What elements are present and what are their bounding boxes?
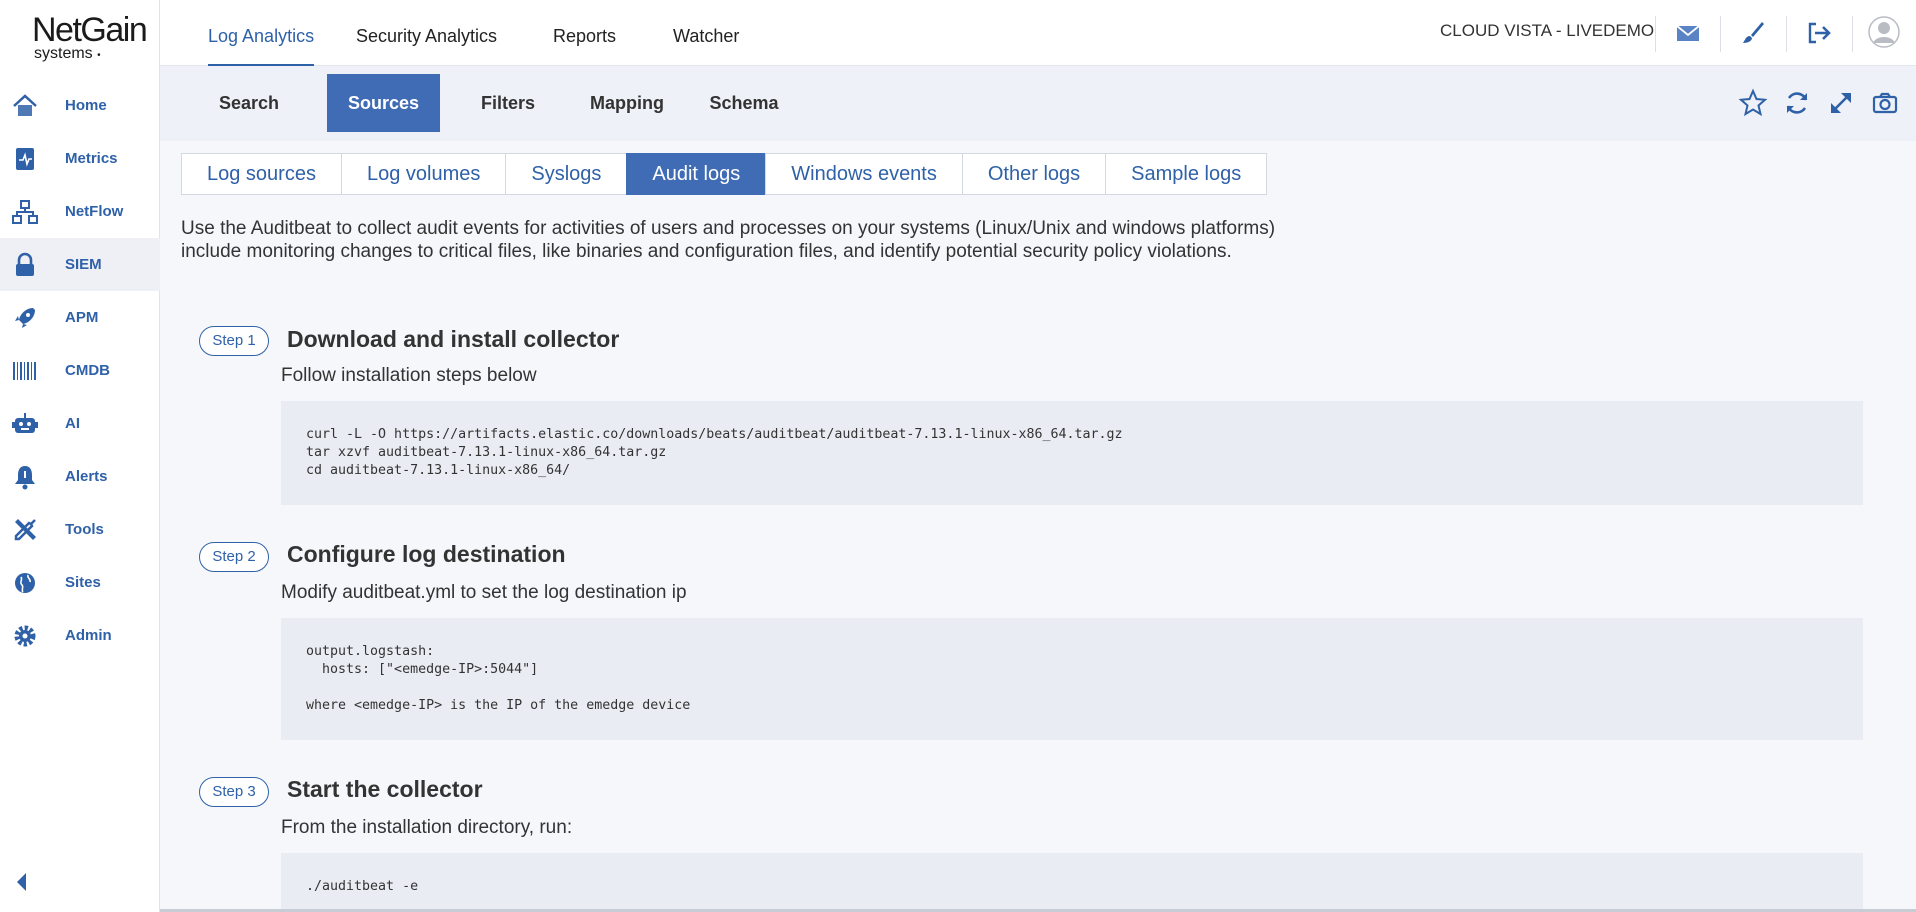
sidebar-item-tools[interactable]: Tools: [0, 503, 160, 556]
step-description: Follow installation steps below: [281, 365, 537, 386]
log-source-tabs: Log sources Log volumes Syslogs Audit lo…: [181, 153, 1268, 195]
step-description: Modify auditbeat.yml to set the log dest…: [281, 582, 687, 603]
step-badge: Step 1: [199, 326, 269, 356]
sidebar-item-sites[interactable]: Sites: [0, 556, 160, 609]
netgain-logo[interactable]: NetGain systems •: [32, 11, 148, 66]
sidebar-item-label: AI: [65, 415, 80, 432]
sites-icon: [15, 573, 35, 593]
sidebar-item-siem[interactable]: SIEM: [0, 238, 160, 291]
sidebar-item-apm[interactable]: APM: [0, 291, 160, 344]
tab-sources[interactable]: Sources: [327, 74, 440, 132]
sidebar-item-label: SIEM: [65, 256, 102, 273]
sidebar-item-label: Metrics: [65, 150, 118, 167]
metrics-icon: [16, 148, 34, 170]
sidebar-item-label: Home: [65, 97, 107, 114]
divider: [1655, 16, 1656, 52]
tab-watcher[interactable]: Watcher: [673, 0, 739, 66]
sub-navbar: Search Sources Filters Mapping Schema: [160, 66, 1916, 141]
step-title: Configure log destination: [287, 541, 566, 567]
tab-search[interactable]: Search: [209, 74, 289, 132]
divider: [1786, 16, 1787, 52]
tab-reports[interactable]: Reports: [553, 0, 616, 66]
sidebar-item-home[interactable]: Home: [0, 79, 160, 132]
step-title: Download and install collector: [287, 326, 620, 352]
refresh-icon[interactable]: [1782, 88, 1812, 118]
step-title: Start the collector: [287, 776, 483, 802]
intro-line-1: Use the Auditbeat to collect audit event…: [181, 218, 1276, 239]
logo-wordmark: NetGain: [32, 11, 148, 49]
sidebar-item-alerts[interactable]: Alerts: [0, 450, 160, 503]
tab-schema[interactable]: Schema: [704, 74, 784, 132]
user-avatar-icon[interactable]: [1868, 16, 1900, 48]
code-block[interactable]: ./auditbeat -e: [281, 853, 1863, 912]
star-icon[interactable]: [1738, 88, 1768, 118]
divider: [1852, 16, 1853, 52]
tab-log-analytics[interactable]: Log Analytics: [208, 0, 315, 66]
sidebar-item-ai[interactable]: AI: [0, 397, 160, 450]
camera-icon[interactable]: [1870, 88, 1900, 118]
step-badge: Step 2: [199, 542, 269, 572]
step-description: From the installation directory, run:: [281, 817, 573, 838]
sidebar-item-label: APM: [65, 309, 99, 326]
tab-windows-events[interactable]: Windows events: [765, 153, 962, 195]
sidebar-nav: Home Metrics NetFlow SIEM APM CMDB AI Al…: [0, 79, 160, 662]
intro-line-2: include monitoring changes to critical f…: [181, 241, 1232, 262]
tab-syslogs[interactable]: Syslogs: [505, 153, 627, 195]
gear-icon: [14, 625, 36, 647]
tab-mapping[interactable]: Mapping: [584, 74, 670, 132]
sidebar-item-admin[interactable]: Admin: [0, 609, 160, 662]
tab-log-volumes[interactable]: Log volumes: [340, 153, 506, 195]
sidebar: NetGain systems • Home Metrics NetFlow S…: [0, 0, 160, 912]
tab-other-logs[interactable]: Other logs: [961, 153, 1106, 195]
sidebar-item-label: Tools: [65, 521, 104, 538]
top-navbar: Log Analytics Security Analytics Reports…: [160, 0, 1916, 66]
sidebar-item-cmdb[interactable]: CMDB: [0, 344, 160, 397]
robot-icon: [12, 413, 38, 433]
bell-icon: [15, 466, 35, 490]
sidebar-item-label: Sites: [65, 574, 101, 591]
netflow-icon: [12, 200, 38, 224]
home-icon: [13, 94, 37, 116]
sidebar-item-label: CMDB: [65, 362, 110, 379]
expand-icon[interactable]: [1826, 88, 1856, 118]
tab-filters[interactable]: Filters: [468, 74, 548, 132]
tenant-name[interactable]: CLOUD VISTA - LIVEDEMO: [1440, 21, 1654, 41]
tab-security-analytics[interactable]: Security Analytics: [356, 0, 497, 66]
tab-audit-logs[interactable]: Audit logs: [626, 153, 766, 195]
lock-icon: [16, 252, 34, 276]
barcode-icon: [13, 362, 36, 380]
code-block[interactable]: curl -L -O https://artifacts.elastic.co/…: [281, 401, 1863, 505]
tab-log-sources[interactable]: Log sources: [181, 153, 341, 195]
step-badge: Step 3: [199, 777, 269, 807]
chevron-left-icon[interactable]: [12, 870, 32, 894]
main-content: Log sources Log volumes Syslogs Audit lo…: [160, 141, 1916, 912]
rocket-icon: [15, 308, 35, 328]
intro-text: Use the Auditbeat to collect audit event…: [181, 217, 1481, 263]
sidebar-item-metrics[interactable]: Metrics: [0, 132, 160, 185]
sidebar-item-label: Admin: [65, 627, 112, 644]
mail-icon[interactable]: [1673, 18, 1703, 48]
divider: [1720, 16, 1721, 52]
logout-icon[interactable]: [1804, 18, 1834, 48]
sidebar-item-label: NetFlow: [65, 203, 124, 220]
brush-icon[interactable]: [1738, 18, 1768, 48]
tools-icon: [14, 519, 36, 541]
sidebar-item-label: Alerts: [65, 468, 108, 485]
sidebar-item-netflow[interactable]: NetFlow: [0, 185, 160, 238]
tab-sample-logs[interactable]: Sample logs: [1105, 153, 1268, 195]
code-block[interactable]: output.logstash: hosts: ["<emedge-IP>:50…: [281, 618, 1863, 740]
